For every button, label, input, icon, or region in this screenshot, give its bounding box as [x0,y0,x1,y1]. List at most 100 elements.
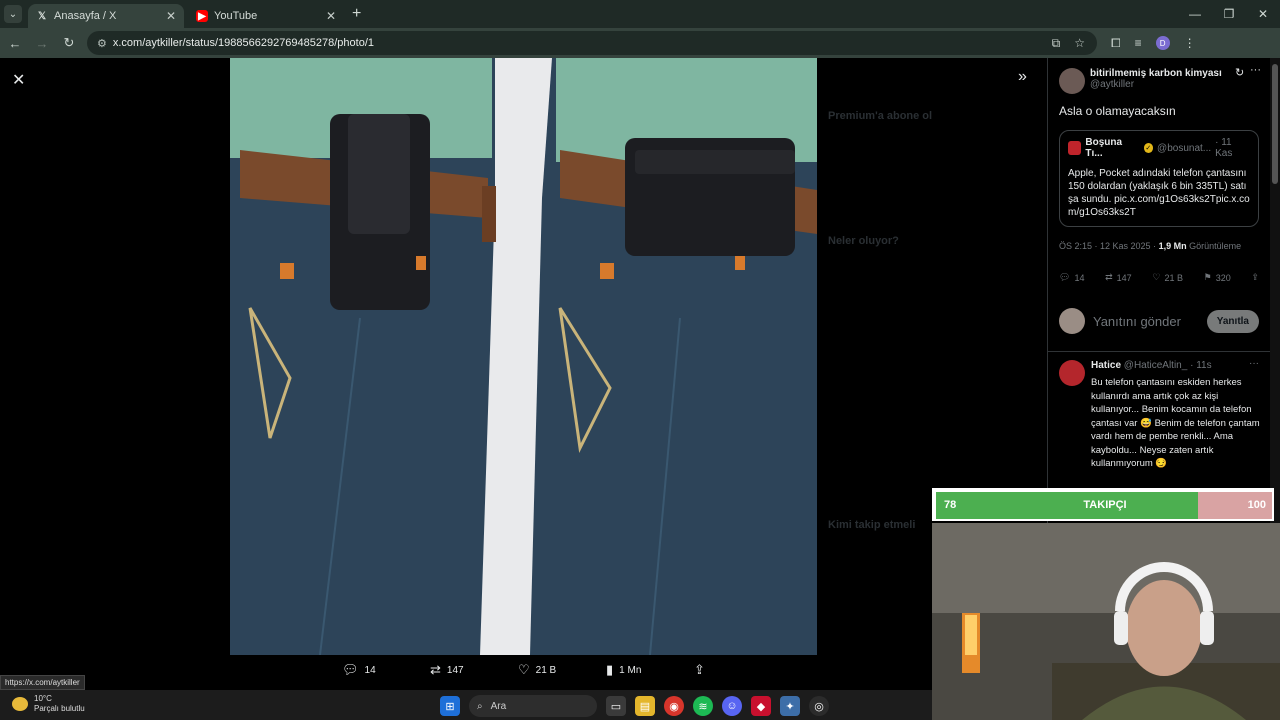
view-count: 1 Mn [619,664,642,676]
author-name[interactable]: bitirilmemiş karbon kimyası [1090,68,1250,79]
comment-icon: 💬︎ [342,662,359,677]
quoted-name: Boşuna Tı... [1085,137,1123,159]
youtube-logo-icon: ▶ [196,10,208,22]
retweet-count: 147 [446,664,464,676]
grok-icon[interactable]: ↻ [1235,66,1244,79]
close-window-icon[interactable]: ✕ [1246,0,1280,28]
more-icon[interactable]: ··· [1249,358,1259,369]
new-tab-icon[interactable]: + [352,5,361,23]
extensions-icon[interactable]: ⧠ [1111,36,1121,51]
heart-icon: ♡ [1152,272,1161,282]
reply-action[interactable]: 💬︎ 14 [342,662,430,678]
task-view-icon[interactable]: ▭ [606,696,626,716]
close-viewer-icon[interactable]: ✕ [12,70,25,90]
retweet-action[interactable]: ⇄ 147 [430,662,518,678]
stat-bookmarks[interactable]: ⚑ 320 [1204,272,1231,283]
tweet-text: Asla o olamayacaksın [1059,104,1176,118]
share-icon: ⇪ [694,662,705,677]
follower-goal-bar: 78 TAKIPÇI 100 [932,488,1274,521]
reply-composer: Yanıtını gönder Yanıtla [1059,306,1259,336]
chrome-icon[interactable]: ◉ [664,696,684,716]
stat-likes[interactable]: ♡ 21 B [1152,272,1183,283]
quoted-tweet[interactable]: Boşuna Tı... ✓ @bosunat... · 11 Kas Appl… [1059,130,1259,227]
weather-sun-icon [12,697,28,711]
quoted-text: Apple, Pocket adındaki telefon çantasını… [1068,168,1250,218]
verified-badge-icon: ✓ [1143,143,1154,153]
divider [1048,351,1270,352]
taskbar-apps: ⊞ ⌕ Ara ▭ ▤ ◉ ≋ ☺ ◆ ✦ ◎ [440,695,829,717]
goal-label: TAKIPÇI [1083,499,1127,511]
analytics-icon: ▮ [606,662,614,677]
comment-icon: 💬︎ [1059,272,1071,282]
forward-icon[interactable]: → [30,36,54,51]
stat-retweets[interactable]: ⇄ 147 [1105,272,1132,283]
tweet-view-count: 1,9 Mn [1158,241,1187,251]
reading-list-icon[interactable]: ≡ [1135,36,1142,50]
reply-text: Bu telefon çantasını eskiden herkes kull… [1091,377,1260,469]
site-info-icon[interactable]: ⚙ [97,37,107,50]
tab-title: Anasayfa / X [54,10,117,22]
webcam-feed [932,523,1280,720]
author-handle[interactable]: @aytkiller [1090,79,1250,90]
browser-toolbar: ← → ↻ ⚙ x.com/aytkiller/status/198856629… [0,28,1280,58]
reply-avatar[interactable] [1059,360,1085,386]
expand-panel-icon[interactable]: » [1018,68,1027,86]
reply-button[interactable]: Yanıtla [1206,309,1259,333]
reload-icon[interactable]: ↻ [57,35,81,51]
close-tab-icon[interactable]: ✕ [166,9,176,23]
bookmark-star-icon[interactable]: ☆ [1074,36,1085,51]
cast-icon[interactable]: ⧉ [1052,36,1061,51]
windows-start-icon[interactable]: ⊞ [440,696,460,716]
goal-target: 100 [1247,499,1266,511]
like-count: 21 B [535,664,557,676]
tab-title: YouTube [214,10,258,22]
app-red-icon[interactable]: ◆ [751,696,771,716]
back-icon[interactable]: ← [3,36,27,51]
author-avatar[interactable] [1059,68,1085,94]
tweet-time: ÖS 2:15 · 12 Kas 2025 · [1059,241,1157,251]
more-icon[interactable]: ··· [1250,64,1261,76]
minimize-icon[interactable]: — [1178,0,1212,28]
scrollbar-thumb[interactable] [1272,64,1278,184]
bg-follow-heading: Kimi takip etmeli [828,519,916,531]
tweet-stats: 💬︎ 14 ⇄ 147 ♡ 21 B ⚑ 320 ⇪ [1059,272,1259,283]
share-action[interactable]: ⇪ [694,662,782,678]
discord-icon[interactable]: ☺ [722,696,742,716]
heart-icon: ♡ [518,662,530,677]
stat-replies[interactable]: 💬︎ 14 [1059,272,1084,283]
bookmark-icon: ⚑ [1203,272,1212,282]
taskbar-search[interactable]: ⌕ Ara [469,695,597,717]
profile-avatar[interactable]: D [1155,36,1170,50]
reply-input[interactable]: Yanıtını gönder [1093,314,1181,329]
restore-icon[interactable]: ❐ [1212,0,1246,28]
status-link-preview: https://x.com/aytkiller [0,675,85,690]
like-action[interactable]: ♡ 21 B [518,662,606,678]
file-explorer-icon[interactable]: ▤ [635,696,655,716]
stat-likes-count: 21 B [1164,272,1183,283]
photo-action-bar: 💬︎ 14 ⇄ 147 ♡ 21 B ▮ 1 Mn ⇪ [342,662,782,678]
weather-widget[interactable]: 10°C Parçalı bulutlu [12,694,85,714]
close-tab-icon[interactable]: ✕ [326,9,336,23]
reply-name[interactable]: Hatice [1091,360,1121,371]
stat-bookmarks-count: 320 [1215,272,1231,283]
search-icon: ⌕ [477,700,483,712]
obs-icon[interactable]: ◎ [809,696,829,716]
app-blue-icon[interactable]: ✦ [780,696,800,716]
x-logo-icon: 𝕏 [37,10,47,22]
stat-replies-count: 14 [1074,272,1085,283]
tweet-view-label: Görüntüleme [1189,241,1242,251]
quoted-time: · 11 Kas [1215,137,1233,159]
reply-count: 14 [364,664,376,676]
reply-handle[interactable]: @HaticeAltin_ · 11s [1124,360,1212,371]
menu-kebab-icon[interactable]: ⋮ [1184,36,1196,50]
tab-youtube[interactable]: ▶ YouTube ✕ [188,4,344,28]
address-bar[interactable]: ⚙ x.com/aytkiller/status/198856629276948… [87,31,1097,55]
quoted-handle: @bosunat... [1157,142,1212,154]
tab-x[interactable]: 𝕏 Anasayfa / X ✕ [28,4,184,28]
tab-search-icon[interactable]: ⌄ [4,5,22,23]
spotify-icon[interactable]: ≋ [693,696,713,716]
views-action[interactable]: ▮ 1 Mn [606,662,694,678]
url-text: x.com/aytkiller/status/19885662927694852… [112,37,375,49]
streamer-webcam-image [932,523,1280,720]
share-icon[interactable]: ⇪ [1251,272,1259,283]
